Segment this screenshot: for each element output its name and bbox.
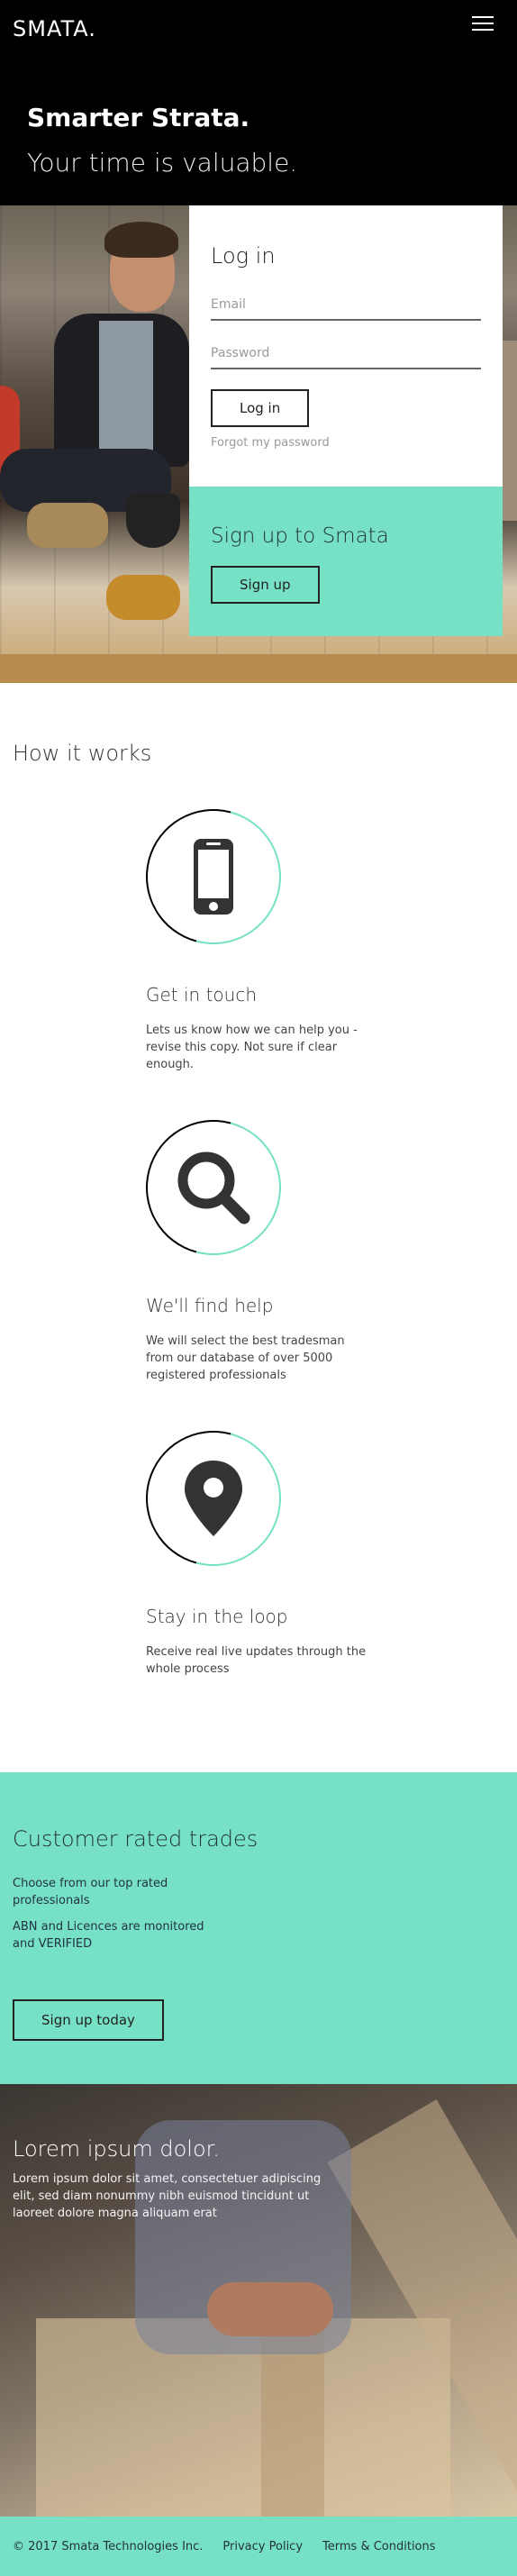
step-stay-in-loop: Stay in the loop Receive real live updat… (146, 1431, 389, 1678)
site-footer: © 2017 Smata Technologies Inc. Privacy P… (0, 2517, 517, 2576)
hero-photo-table (0, 654, 517, 683)
phone-icon (146, 809, 281, 944)
step-text: Receive real live updates through the wh… (146, 1645, 367, 1676)
signup-card: Sign up to Smata Sign up (189, 487, 503, 636)
signup-title: Sign up to Smata (211, 524, 389, 548)
logo[interactable]: SMATA. (13, 16, 96, 41)
copyright: © 2017 Smata Technologies Inc. (13, 2539, 204, 2553)
password-field[interactable] (211, 341, 481, 369)
login-title: Log in (211, 243, 276, 269)
forgot-password-link[interactable]: Forgot my password (211, 436, 481, 450)
promo-title: Lorem ipsum dolor. (13, 2136, 220, 2162)
trades-text: Choose from our top rated professionals (13, 1877, 168, 1907)
step-text: We will select the best tradesman from o… (146, 1334, 345, 1382)
site-header: SMATA. Smarter Strata. Your time is valu… (0, 0, 517, 205)
signup-button[interactable]: Sign up (211, 566, 320, 604)
trades-text: ABN and Licences are monitored and VERIF… (13, 1920, 204, 1951)
map-pin-icon (146, 1431, 281, 1566)
email-field[interactable] (211, 292, 481, 321)
promo-photo: Lorem ipsum dolor. Lorem ipsum dolor sit… (0, 2084, 517, 2517)
login-card: Log in Log in Forgot my password (189, 205, 503, 487)
privacy-policy-link[interactable]: Privacy Policy (222, 2540, 303, 2553)
promo-text-block: Lorem ipsum dolor. Lorem ipsum dolor sit… (13, 2136, 337, 2222)
step-text: Lets us know how we can help you - revis… (146, 1024, 358, 1071)
trades-section: Customer rated trades Choose from our to… (0, 1772, 517, 2084)
step-get-in-touch: Get in touch Lets us know how we can hel… (146, 809, 389, 1073)
promo-photo-hands (207, 2282, 333, 2336)
signup-today-button[interactable]: Sign up today (13, 1999, 164, 2041)
search-icon (146, 1120, 281, 1255)
how-it-works-title: How it works (13, 741, 152, 766)
how-it-works-section: How it works Get in touch Lets us know h… (0, 683, 517, 1772)
trades-title: Customer rated trades (13, 1826, 258, 1852)
step-find-help: We'll find help We will select the best … (146, 1120, 389, 1384)
hero-subtitle: Your time is valuable. (27, 148, 298, 177)
step-title: Stay in the loop (146, 1606, 288, 1627)
hero-title: Smarter Strata. (27, 103, 250, 132)
promo-text: Lorem ipsum dolor sit amet, consectetuer… (13, 2172, 322, 2220)
menu-icon[interactable] (472, 16, 494, 32)
step-title: Get in touch (146, 984, 258, 1006)
login-button[interactable]: Log in (211, 389, 310, 427)
hero-photo-pillow (106, 575, 180, 620)
hero-photo-mug (126, 494, 180, 548)
terms-link[interactable]: Terms & Conditions (322, 2540, 436, 2553)
step-title: We'll find help (146, 1295, 274, 1316)
